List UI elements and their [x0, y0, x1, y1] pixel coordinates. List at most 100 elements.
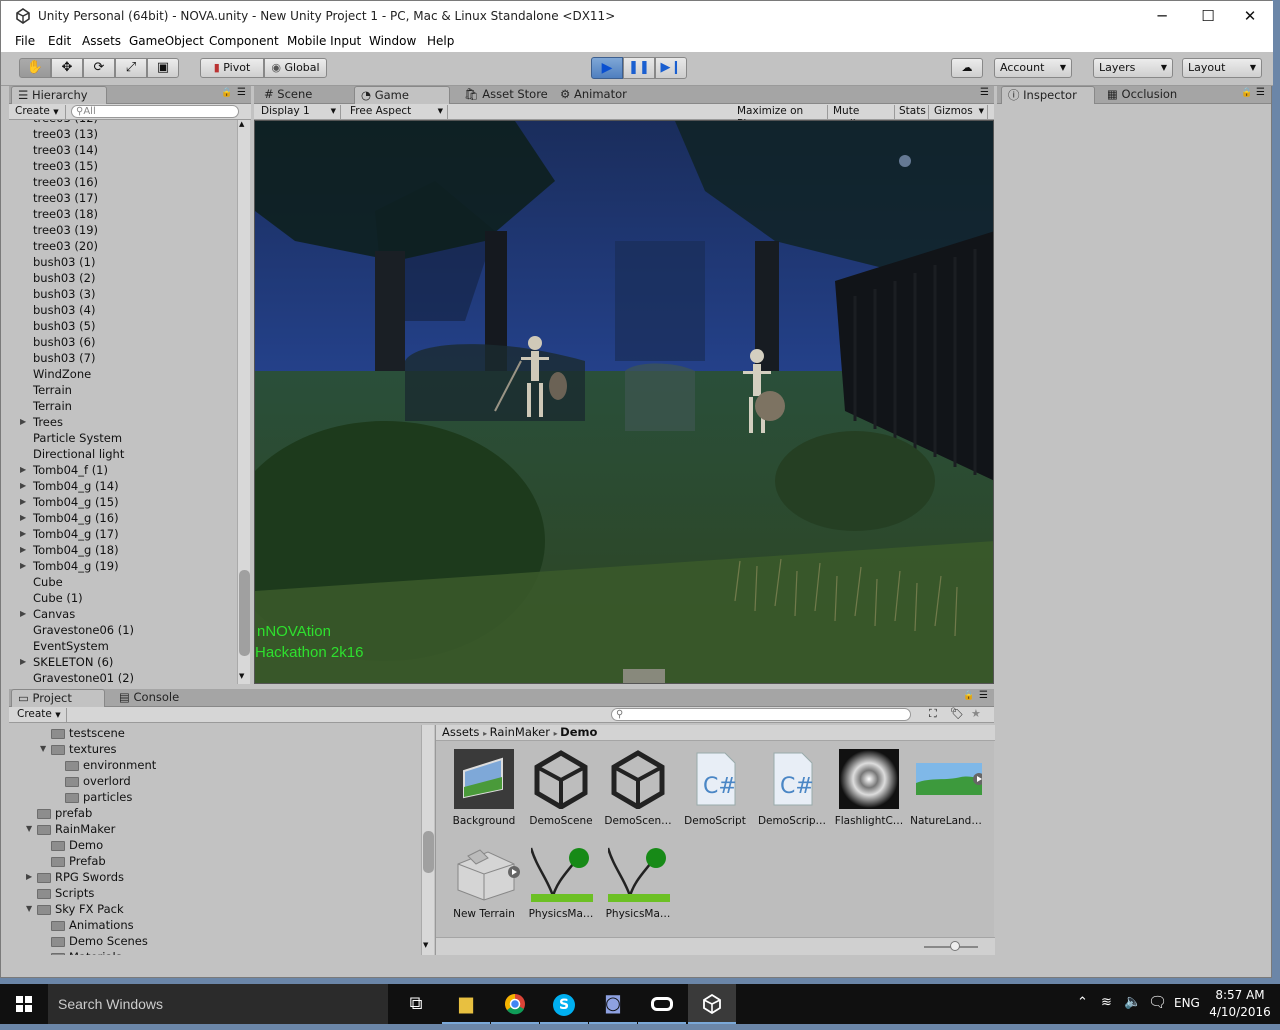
folder-tree-item[interactable]: ▼ Sky FX Pack [26, 901, 124, 917]
hierarchy-item[interactable]: tree03 (13) [9, 126, 238, 142]
rect-tool-button[interactable]: ▣ [147, 58, 179, 78]
folder-tree-item[interactable]: environment [65, 757, 156, 773]
menu-help[interactable]: Help [427, 34, 454, 48]
play-button[interactable]: ▶ [591, 57, 623, 79]
panel-menu-icon[interactable]: ☰ [1256, 87, 1265, 98]
scroll-down-icon[interactable]: ▼ [423, 941, 428, 949]
expand-arrow-icon[interactable]: ▶ [20, 606, 26, 622]
asset-item[interactable]: NatureLand… [910, 749, 985, 831]
zoom-slider-handle[interactable] [950, 941, 960, 951]
hierarchy-item[interactable]: ▶ Tomb04_g (18) [9, 542, 238, 558]
expand-arrow-icon[interactable]: ▶ [20, 526, 26, 542]
menu-window[interactable]: Window [369, 34, 416, 48]
scroll-up-icon[interactable]: ▲ [239, 120, 244, 128]
expand-arrow-icon[interactable]: ▼ [26, 901, 32, 917]
folder-tree-item[interactable]: Demo [51, 837, 103, 853]
unity-taskbar-button[interactable] [688, 984, 736, 1024]
tab-hierarchy[interactable]: ☰ Hierarchy [11, 86, 107, 104]
hierarchy-item[interactable]: EventSystem [9, 638, 238, 654]
folder-tree-item[interactable]: testscene [51, 725, 125, 741]
asset-item[interactable]: DemoScen… [602, 749, 674, 831]
minimize-button[interactable]: ─ [1139, 1, 1185, 32]
language-indicator[interactable]: ENG [1174, 996, 1200, 1010]
file-explorer-button[interactable]: ▆ [442, 984, 490, 1024]
hierarchy-item[interactable]: ▶ Tomb04_f (1) [9, 462, 238, 478]
expand-arrow-icon[interactable]: ▼ [40, 741, 46, 757]
stats-toggle[interactable]: Stats [895, 105, 929, 119]
hierarchy-item[interactable]: ▶ Trees [9, 414, 238, 430]
hierarchy-item[interactable]: bush03 (4) [9, 302, 238, 318]
project-create-button[interactable]: Create ▼ [13, 708, 67, 722]
hierarchy-item[interactable]: tree03 (16) [9, 174, 238, 190]
hierarchy-item[interactable]: bush03 (7) [9, 350, 238, 366]
project-tree-scrollbar[interactable]: ▼ [421, 725, 434, 955]
maximize-button[interactable]: ☐ [1185, 1, 1231, 32]
hierarchy-item[interactable]: bush03 (2) [9, 270, 238, 286]
folder-tree-item[interactable]: Prefab [51, 853, 106, 869]
breadcrumb-assets[interactable]: Assets [442, 725, 479, 739]
menu-component[interactable]: Component [209, 34, 279, 48]
folder-tree-item[interactable]: ▼ RainMaker [26, 821, 115, 837]
asset-item[interactable]: DemoScene [525, 749, 597, 831]
hierarchy-item[interactable]: bush03 (3) [9, 286, 238, 302]
layout-dropdown[interactable]: Layout ▼ [1182, 58, 1262, 78]
menu-assets[interactable]: Assets [82, 34, 121, 48]
hierarchy-item[interactable]: bush03 (6) [9, 334, 238, 350]
hierarchy-item[interactable]: ▶ SKELETON (6) [9, 654, 238, 670]
hierarchy-item[interactable]: tree03 (20) [9, 238, 238, 254]
folder-tree-item[interactable]: particles [65, 789, 132, 805]
hierarchy-item[interactable]: ▶ Tomb04_g (19) [9, 558, 238, 574]
hierarchy-item[interactable]: ▶ Tomb04_g (17) [9, 526, 238, 542]
chrome-button[interactable] [491, 984, 539, 1024]
clock[interactable]: 8:57 AM 4/10/2016 [1208, 987, 1272, 1021]
start-button[interactable] [0, 984, 48, 1024]
lock-icon[interactable]: 🔒 [1241, 88, 1252, 98]
scale-tool-button[interactable]: ⤢ [115, 58, 147, 78]
hierarchy-item[interactable]: Cube [9, 574, 238, 590]
asset-item[interactable]: Background [448, 749, 520, 831]
step-button[interactable]: ▶❙ [655, 57, 687, 79]
asset-item[interactable]: PhysicsMa… [525, 842, 597, 924]
expand-arrow-icon[interactable]: ▶ [20, 542, 26, 558]
scroll-down-icon[interactable]: ▼ [239, 672, 244, 680]
hierarchy-item[interactable]: Cube (1) [9, 590, 238, 606]
hierarchy-item[interactable]: bush03 (1) [9, 254, 238, 270]
hierarchy-item[interactable]: ▶ Tomb04_g (14) [9, 478, 238, 494]
panel-menu-icon[interactable]: ☰ [237, 87, 246, 98]
hierarchy-item[interactable]: Gravestone06 (1) [9, 622, 238, 638]
project-search-input[interactable]: ⚲ [611, 708, 911, 721]
hierarchy-item[interactable]: ▶ Tomb04_g (15) [9, 494, 238, 510]
hierarchy-item[interactable]: Directional light [9, 446, 238, 462]
hierarchy-item[interactable]: Gravestone01 (2) [9, 670, 238, 684]
aspect-dropdown[interactable]: Free Aspect ▼ [346, 105, 448, 119]
asset-item[interactable]: PhysicsMa… [602, 842, 674, 924]
tab-animator[interactable]: ⚙ Animator [554, 86, 644, 104]
hand-tool-button[interactable]: ✋ [19, 58, 51, 78]
account-dropdown[interactable]: Account ▼ [994, 58, 1072, 78]
menu-mobile-input[interactable]: Mobile Input [287, 34, 361, 48]
hierarchy-create-button[interactable]: Create ▼ [11, 105, 66, 119]
tab-game[interactable]: ◔ Game [354, 86, 450, 104]
mute-audio-toggle[interactable]: Mute audio [829, 105, 895, 130]
expand-arrow-icon[interactable]: ▶ [26, 869, 32, 885]
hierarchy-item[interactable]: Terrain [9, 382, 238, 398]
filter-label-icon[interactable]: 🏷 [950, 707, 964, 720]
expand-arrow-icon[interactable]: ▶ [20, 494, 26, 510]
favorite-star-icon[interactable]: ★ [971, 707, 981, 720]
tab-console[interactable]: ▤ Console [113, 689, 203, 707]
expand-arrow-icon[interactable]: ▶ [20, 558, 26, 574]
expand-arrow-icon[interactable]: ▶ [20, 414, 26, 430]
breadcrumb-demo[interactable]: Demo [560, 725, 597, 739]
asset-item[interactable]: C# DemoScript [679, 749, 751, 831]
wifi-icon[interactable]: ≋ [1101, 995, 1112, 1010]
folder-tree-item[interactable]: ▼ textures [40, 741, 117, 757]
breadcrumb-rainmaker[interactable]: RainMaker [490, 725, 550, 739]
folder-tree-item[interactable]: ▶ RPG Swords [26, 869, 124, 885]
taskbar-search-box[interactable]: Search Windows [48, 984, 388, 1024]
asset-item[interactable]: C# DemoScrip… [756, 749, 828, 831]
hierarchy-item[interactable]: Particle System [9, 430, 238, 446]
lock-icon[interactable]: 🔒 [221, 88, 232, 98]
tab-occlusion[interactable]: ▦ Occlusion [1101, 86, 1195, 104]
hierarchy-item[interactable]: tree03 (18) [9, 206, 238, 222]
hierarchy-item[interactable]: ▶ Tomb04_g (16) [9, 510, 238, 526]
